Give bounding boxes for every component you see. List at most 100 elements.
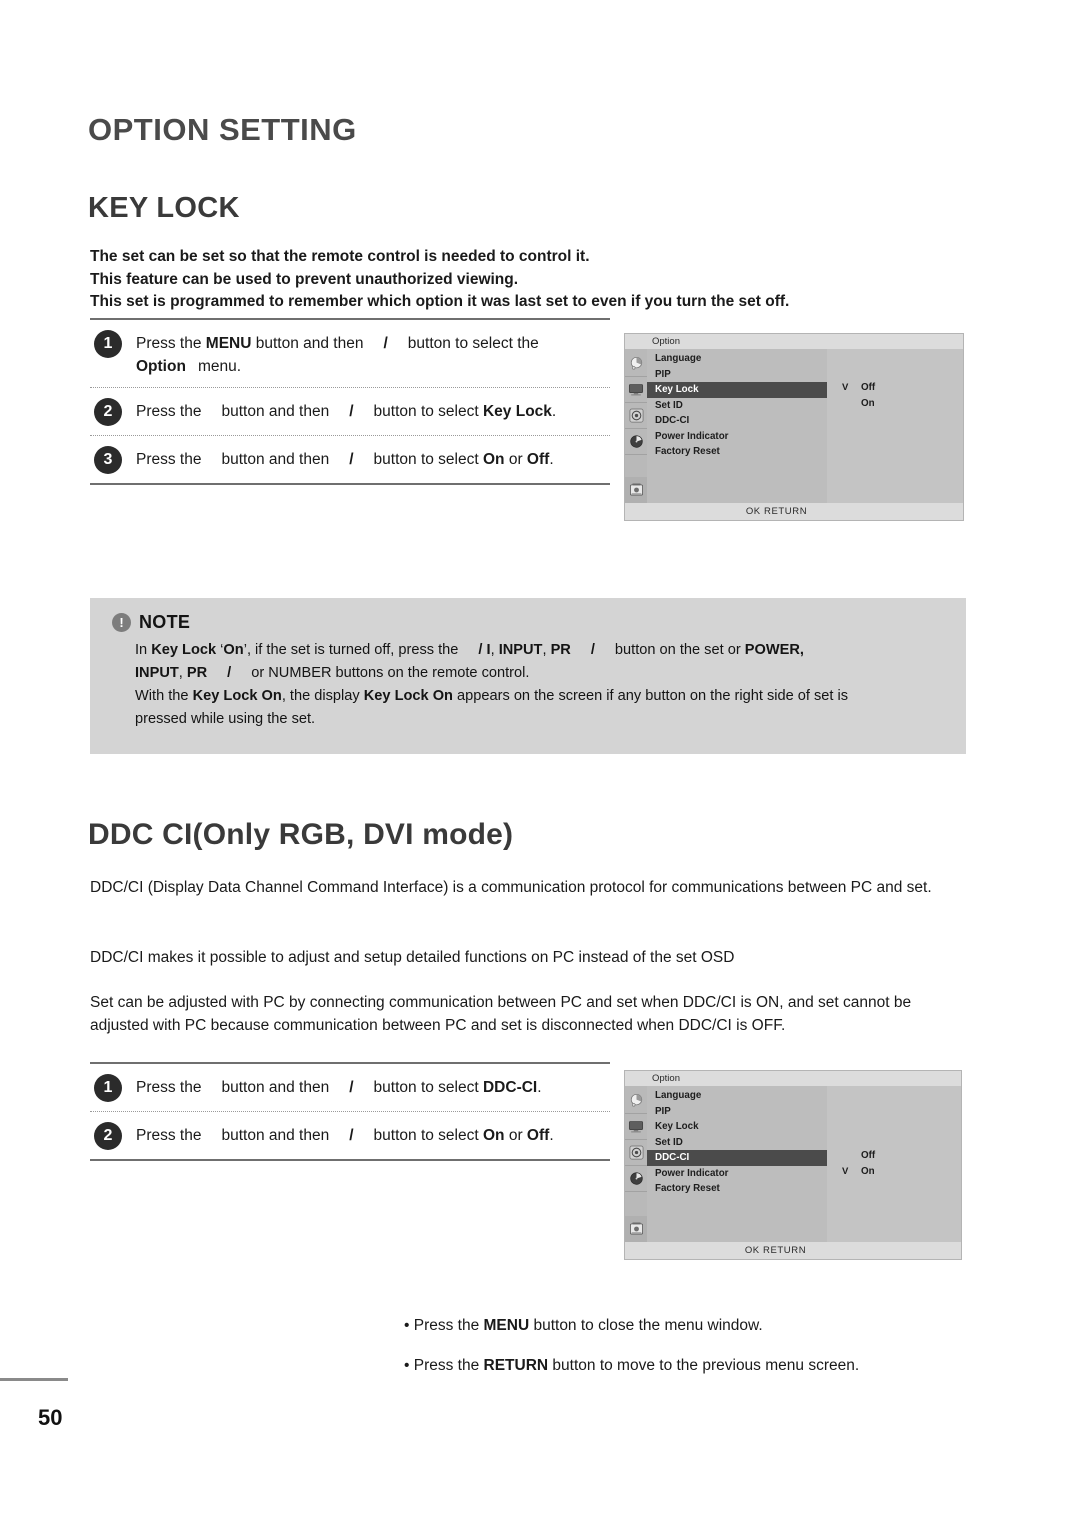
note-text: button on the set or: [614, 642, 745, 658]
screen-icon[interactable]: [625, 1114, 647, 1140]
bullet-text: • Press the: [404, 1317, 484, 1334]
step-text-part: button and then: [221, 1079, 330, 1096]
step-text-bold: DDC-CI: [482, 1079, 538, 1096]
bottom-note: • Press the MENU button to close the men…: [404, 1314, 974, 1337]
note-text: pressed while using the set.: [135, 711, 316, 727]
step-text-part: Press the: [136, 403, 202, 420]
osd-option-off[interactable]: Off: [861, 382, 875, 393]
osd-title: Option: [625, 1071, 961, 1086]
note-text: or NUMBER buttons on the remote control.: [251, 665, 530, 681]
bullet-bold: RETURN: [483, 1357, 549, 1374]
page-title: OPTION SETTING: [88, 112, 357, 147]
step-slash: /: [349, 1079, 354, 1096]
note-bold: PR: [550, 642, 571, 658]
step-row: 3 Press the button and then / button to sel…: [90, 435, 610, 483]
ddc-paragraph-1: DDC/CI (Display Data Channel Command Int…: [90, 879, 932, 896]
osd-option-on[interactable]: On: [861, 398, 875, 409]
osd-menu-item[interactable]: Power Indicator: [647, 429, 827, 445]
intro-line-3: This set is programmed to remember which…: [90, 293, 790, 310]
step-text-part: button and then: [221, 1127, 330, 1144]
osd-menu-item[interactable]: Factory Reset: [647, 444, 827, 460]
step-text-bold: Option: [136, 358, 186, 375]
note-text: With the: [135, 688, 193, 704]
step-text-bold: Off: [526, 451, 550, 468]
step-text-part: button to select: [373, 451, 483, 468]
step-text: Press the button and then / button to selec…: [136, 397, 556, 423]
osd-menu-item-selected[interactable]: Key Lock: [647, 382, 827, 398]
osd-icon-rail: [625, 1086, 647, 1242]
osd-menu-item[interactable]: PIP: [647, 1104, 827, 1120]
step-text-part: .: [551, 403, 557, 420]
note-bold: Key Lock On: [192, 688, 282, 704]
note-text: ,: [490, 642, 499, 658]
audio-icon[interactable]: [625, 403, 647, 429]
ddc-paragraph-3: Set can be adjusted with PC by connectin…: [90, 994, 912, 1034]
osd-menu-item[interactable]: Set ID: [647, 398, 827, 414]
note-text: appears on the screen if any button on t…: [452, 688, 849, 704]
picture-icon[interactable]: [625, 1088, 647, 1114]
step-text-part: menu.: [197, 358, 242, 375]
key-lock-intro: The set can be set so that the remote co…: [90, 246, 920, 314]
note-text: ,: [178, 665, 187, 681]
osd-menu-item[interactable]: Set ID: [647, 1135, 827, 1151]
step-text-part: button to select: [373, 1079, 483, 1096]
step-row: 2 Press the button and then / button to sel…: [90, 387, 610, 435]
step-text-part: button to select: [373, 403, 483, 420]
step-text-part: button and then: [221, 403, 330, 420]
osd-menu-item[interactable]: DDC-CI: [647, 413, 827, 429]
osd-menu-list: Language PIP Key Lock Set ID DDC-CI Powe…: [647, 349, 827, 503]
step-slash: /: [349, 403, 354, 420]
osd-check-mark: V: [842, 1166, 849, 1177]
step-text: Press the button and then / button to selec…: [136, 445, 554, 471]
note-title: NOTE: [139, 612, 191, 632]
osd-menu-item[interactable]: Language: [647, 1088, 827, 1104]
osd-option-on[interactable]: On: [861, 1166, 875, 1177]
osd-menu-item[interactable]: Factory Reset: [647, 1181, 827, 1197]
note-bold: /: [227, 665, 232, 681]
intro-line-2: This feature can be used to prevent unau…: [90, 270, 519, 288]
osd-menu-item[interactable]: Key Lock: [647, 1119, 827, 1135]
note-bold: /: [590, 642, 595, 658]
osd-footer: OK RETURN: [625, 503, 963, 520]
step-text-part: or: [504, 451, 527, 468]
osd-option-off[interactable]: Off: [861, 1150, 875, 1161]
step-text-part: .: [549, 1127, 554, 1144]
step-text: Press the button and then / button to selec…: [136, 1073, 542, 1099]
step-row: 2 Press the button and then / button to sel…: [90, 1111, 610, 1159]
option-icon[interactable]: [625, 1216, 647, 1242]
time-icon[interactable]: [625, 429, 647, 455]
step-text-part: button and then: [251, 335, 364, 352]
osd-screenshot-ddc-ci: Option Language PIP Key Lock Set ID DDC-…: [624, 1070, 962, 1260]
key-lock-steps: 1 Press the MENU button and then / button …: [90, 318, 610, 485]
step-row: 1 Press the MENU button and then / button …: [90, 320, 610, 387]
picture-icon[interactable]: [625, 351, 647, 377]
note-text: , the display: [281, 688, 364, 704]
step-text-part: or: [504, 1127, 527, 1144]
step-text: Press the button and then / button to selec…: [136, 1121, 554, 1147]
osd-menu-item[interactable]: PIP: [647, 367, 827, 383]
step-text-part: button and then: [221, 451, 330, 468]
note-box: ! NOTE In Key Lock ‘On’, if the set is t…: [90, 598, 966, 754]
step-number: 2: [94, 398, 122, 426]
note-bold: POWER,: [744, 642, 804, 658]
osd-menu-item[interactable]: Power Indicator: [647, 1166, 827, 1182]
step-slash: /: [349, 1127, 354, 1144]
bottom-note: • Press the RETURN button to move to the…: [404, 1354, 974, 1377]
note-text: ,: [542, 642, 551, 658]
time-icon[interactable]: [625, 1166, 647, 1192]
note-bold: Key Lock: [151, 642, 217, 658]
note-bold: INPUT: [498, 642, 543, 658]
step-slash: /: [383, 335, 388, 352]
step-row: 1 Press the button and then / button to sel…: [90, 1064, 610, 1111]
osd-value-panel: V Off On: [827, 349, 963, 503]
bullet-text: button to move to the previous menu scre…: [548, 1357, 860, 1374]
osd-menu-item[interactable]: Language: [647, 351, 827, 367]
audio-icon[interactable]: [625, 1140, 647, 1166]
osd-menu-item-selected[interactable]: DDC-CI: [647, 1150, 827, 1166]
screen-icon[interactable]: [625, 377, 647, 403]
step-text: Press the MENU button and then / button to…: [136, 329, 539, 378]
note-text: In: [135, 642, 152, 658]
option-icon[interactable]: [625, 477, 647, 503]
note-header: ! NOTE: [90, 598, 966, 633]
osd-icon-rail: [625, 349, 647, 503]
